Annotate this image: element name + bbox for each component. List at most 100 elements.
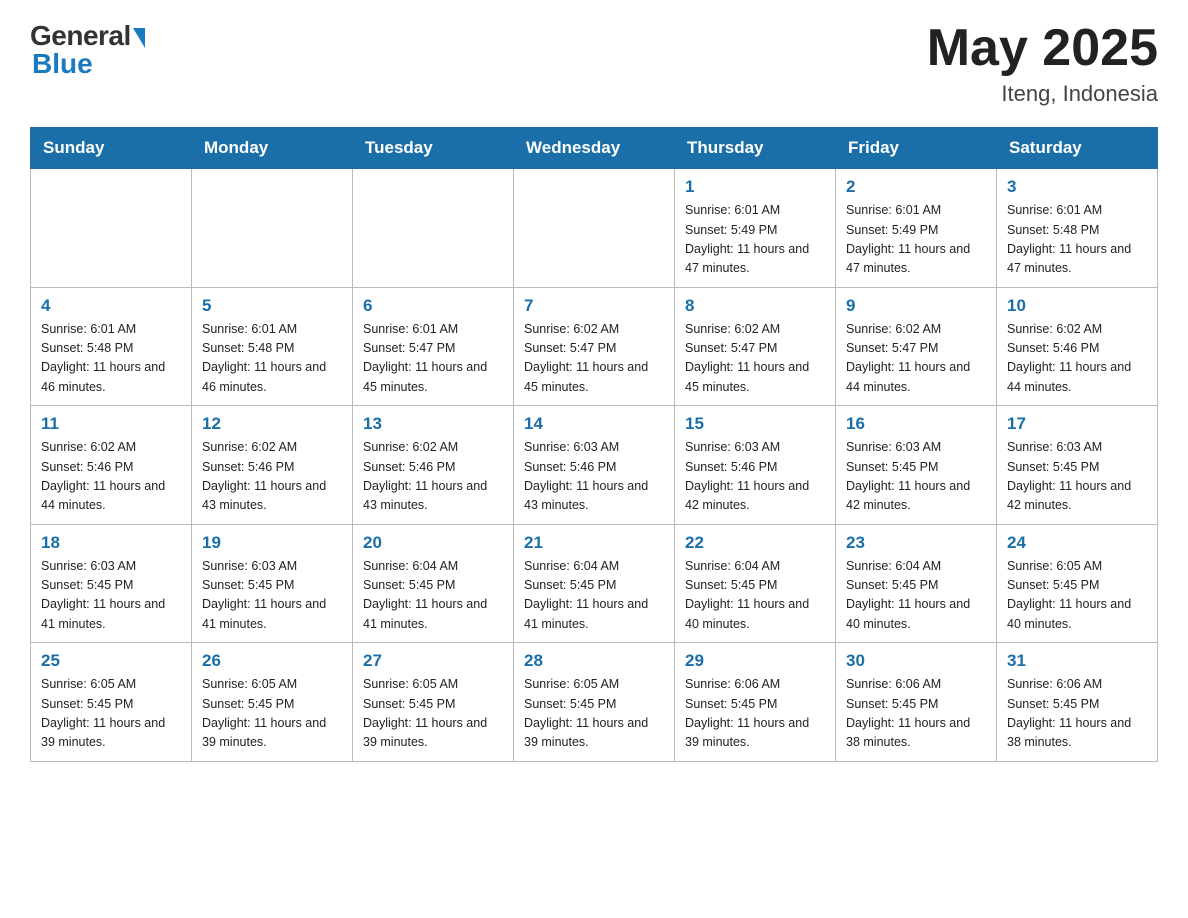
day-info: Sunrise: 6:03 AMSunset: 5:46 PMDaylight:… <box>685 438 825 516</box>
col-header-wednesday: Wednesday <box>514 128 675 169</box>
day-number: 28 <box>524 651 664 671</box>
day-number: 8 <box>685 296 825 316</box>
col-header-thursday: Thursday <box>675 128 836 169</box>
calendar-day-cell <box>514 169 675 288</box>
day-number: 7 <box>524 296 664 316</box>
day-number: 15 <box>685 414 825 434</box>
calendar-week-row: 11 Sunrise: 6:02 AMSunset: 5:46 PMDayligh… <box>31 406 1158 525</box>
day-number: 16 <box>846 414 986 434</box>
day-number: 31 <box>1007 651 1147 671</box>
day-number: 30 <box>846 651 986 671</box>
day-number: 26 <box>202 651 342 671</box>
calendar-day-cell: 16 Sunrise: 6:03 AMSunset: 5:45 PMDayligh… <box>836 406 997 525</box>
day-info: Sunrise: 6:03 AMSunset: 5:45 PMDaylight:… <box>202 557 342 635</box>
calendar-day-cell: 20 Sunrise: 6:04 AMSunset: 5:45 PMDayligh… <box>353 524 514 643</box>
day-number: 20 <box>363 533 503 553</box>
calendar-day-cell: 3Sunrise: 6:01 AMSunset: 5:48 PMDaylight… <box>997 169 1158 288</box>
calendar-week-row: 18 Sunrise: 6:03 AMSunset: 5:45 PMDayligh… <box>31 524 1158 643</box>
calendar-day-cell: 5 Sunrise: 6:01 AMSunset: 5:48 PMDaylight… <box>192 287 353 406</box>
calendar-day-cell: 31 Sunrise: 6:06 AMSunset: 5:45 PMDayligh… <box>997 643 1158 762</box>
logo: General Blue <box>30 20 145 80</box>
day-info: Sunrise: 6:05 AMSunset: 5:45 PMDaylight:… <box>1007 557 1147 635</box>
calendar-day-cell: 9 Sunrise: 6:02 AMSunset: 5:47 PMDaylight… <box>836 287 997 406</box>
day-info: Sunrise: 6:06 AMSunset: 5:45 PMDaylight:… <box>1007 675 1147 753</box>
day-number: 17 <box>1007 414 1147 434</box>
day-number: 11 <box>41 414 181 434</box>
day-info: Sunrise: 6:02 AMSunset: 5:47 PMDaylight:… <box>846 320 986 398</box>
day-info: Sunrise: 6:01 AMSunset: 5:48 PMDaylight:… <box>202 320 342 398</box>
calendar-day-cell: 30 Sunrise: 6:06 AMSunset: 5:45 PMDayligh… <box>836 643 997 762</box>
day-number: 10 <box>1007 296 1147 316</box>
calendar-day-cell <box>31 169 192 288</box>
day-number: 3 <box>1007 177 1147 197</box>
day-number: 2 <box>846 177 986 197</box>
day-info: Sunrise: 6:04 AMSunset: 5:45 PMDaylight:… <box>524 557 664 635</box>
day-info: Sunrise: 6:01 AMSunset: 5:47 PMDaylight:… <box>363 320 503 398</box>
day-number: 18 <box>41 533 181 553</box>
calendar-day-cell: 11 Sunrise: 6:02 AMSunset: 5:46 PMDayligh… <box>31 406 192 525</box>
calendar-day-cell: 28 Sunrise: 6:05 AMSunset: 5:45 PMDayligh… <box>514 643 675 762</box>
day-info: Sunrise: 6:06 AMSunset: 5:45 PMDaylight:… <box>846 675 986 753</box>
calendar-header-row: SundayMondayTuesdayWednesdayThursdayFrid… <box>31 128 1158 169</box>
day-number: 29 <box>685 651 825 671</box>
day-number: 5 <box>202 296 342 316</box>
day-number: 21 <box>524 533 664 553</box>
day-info: Sunrise: 6:02 AMSunset: 5:47 PMDaylight:… <box>524 320 664 398</box>
day-info: Sunrise: 6:02 AMSunset: 5:46 PMDaylight:… <box>41 438 181 516</box>
day-number: 27 <box>363 651 503 671</box>
calendar-day-cell: 7 Sunrise: 6:02 AMSunset: 5:47 PMDaylight… <box>514 287 675 406</box>
day-number: 1 <box>685 177 825 197</box>
calendar-day-cell: 6 Sunrise: 6:01 AMSunset: 5:47 PMDaylight… <box>353 287 514 406</box>
calendar-day-cell <box>353 169 514 288</box>
day-number: 13 <box>363 414 503 434</box>
day-info: Sunrise: 6:04 AMSunset: 5:45 PMDaylight:… <box>846 557 986 635</box>
calendar-day-cell: 19 Sunrise: 6:03 AMSunset: 5:45 PMDayligh… <box>192 524 353 643</box>
day-info: Sunrise: 6:01 AMSunset: 5:49 PMDaylight:… <box>846 201 986 279</box>
day-info: Sunrise: 6:06 AMSunset: 5:45 PMDaylight:… <box>685 675 825 753</box>
col-header-monday: Monday <box>192 128 353 169</box>
calendar-day-cell: 13 Sunrise: 6:02 AMSunset: 5:46 PMDayligh… <box>353 406 514 525</box>
month-year-title: May 2025 <box>927 20 1158 77</box>
day-number: 22 <box>685 533 825 553</box>
day-info: Sunrise: 6:04 AMSunset: 5:45 PMDaylight:… <box>685 557 825 635</box>
calendar-day-cell: 22 Sunrise: 6:04 AMSunset: 5:45 PMDayligh… <box>675 524 836 643</box>
day-info: Sunrise: 6:03 AMSunset: 5:45 PMDaylight:… <box>846 438 986 516</box>
day-number: 6 <box>363 296 503 316</box>
day-info: Sunrise: 6:02 AMSunset: 5:46 PMDaylight:… <box>363 438 503 516</box>
day-info: Sunrise: 6:05 AMSunset: 5:45 PMDaylight:… <box>363 675 503 753</box>
day-number: 25 <box>41 651 181 671</box>
title-block: May 2025 Iteng, Indonesia <box>927 20 1158 107</box>
day-info: Sunrise: 6:05 AMSunset: 5:45 PMDaylight:… <box>524 675 664 753</box>
day-info: Sunrise: 6:03 AMSunset: 5:45 PMDaylight:… <box>41 557 181 635</box>
calendar-day-cell: 2 Sunrise: 6:01 AMSunset: 5:49 PMDaylight… <box>836 169 997 288</box>
calendar-day-cell: 1 Sunrise: 6:01 AMSunset: 5:49 PMDaylight… <box>675 169 836 288</box>
day-number: 12 <box>202 414 342 434</box>
calendar-week-row: 4 Sunrise: 6:01 AMSunset: 5:48 PMDaylight… <box>31 287 1158 406</box>
day-number: 4 <box>41 296 181 316</box>
day-info: Sunrise: 6:02 AMSunset: 5:46 PMDaylight:… <box>1007 320 1147 398</box>
calendar-day-cell: 23Sunrise: 6:04 AMSunset: 5:45 PMDayligh… <box>836 524 997 643</box>
col-header-tuesday: Tuesday <box>353 128 514 169</box>
day-info: Sunrise: 6:05 AMSunset: 5:45 PMDaylight:… <box>202 675 342 753</box>
calendar-day-cell: 14Sunrise: 6:03 AMSunset: 5:46 PMDayligh… <box>514 406 675 525</box>
calendar-table: SundayMondayTuesdayWednesdayThursdayFrid… <box>30 127 1158 762</box>
day-info: Sunrise: 6:01 AMSunset: 5:49 PMDaylight:… <box>685 201 825 279</box>
day-number: 24 <box>1007 533 1147 553</box>
calendar-day-cell: 21 Sunrise: 6:04 AMSunset: 5:45 PMDayligh… <box>514 524 675 643</box>
calendar-day-cell: 25Sunrise: 6:05 AMSunset: 5:45 PMDayligh… <box>31 643 192 762</box>
logo-triangle-icon <box>133 28 145 48</box>
day-info: Sunrise: 6:02 AMSunset: 5:46 PMDaylight:… <box>202 438 342 516</box>
calendar-day-cell: 26 Sunrise: 6:05 AMSunset: 5:45 PMDayligh… <box>192 643 353 762</box>
col-header-saturday: Saturday <box>997 128 1158 169</box>
calendar-day-cell: 18 Sunrise: 6:03 AMSunset: 5:45 PMDayligh… <box>31 524 192 643</box>
day-info: Sunrise: 6:03 AMSunset: 5:45 PMDaylight:… <box>1007 438 1147 516</box>
col-header-friday: Friday <box>836 128 997 169</box>
day-info: Sunrise: 6:04 AMSunset: 5:45 PMDaylight:… <box>363 557 503 635</box>
day-number: 9 <box>846 296 986 316</box>
calendar-day-cell: 8Sunrise: 6:02 AMSunset: 5:47 PMDaylight… <box>675 287 836 406</box>
day-number: 19 <box>202 533 342 553</box>
calendar-day-cell: 12 Sunrise: 6:02 AMSunset: 5:46 PMDayligh… <box>192 406 353 525</box>
calendar-week-row: 25 Sunrise: 6:05 AMSunset: 5:45 PMDayligh… <box>31 643 1158 762</box>
page-header: General Blue May 2025 Iteng, Indonesia <box>30 20 1158 107</box>
calendar-day-cell: 24 Sunrise: 6:05 AMSunset: 5:45 PMDayligh… <box>997 524 1158 643</box>
